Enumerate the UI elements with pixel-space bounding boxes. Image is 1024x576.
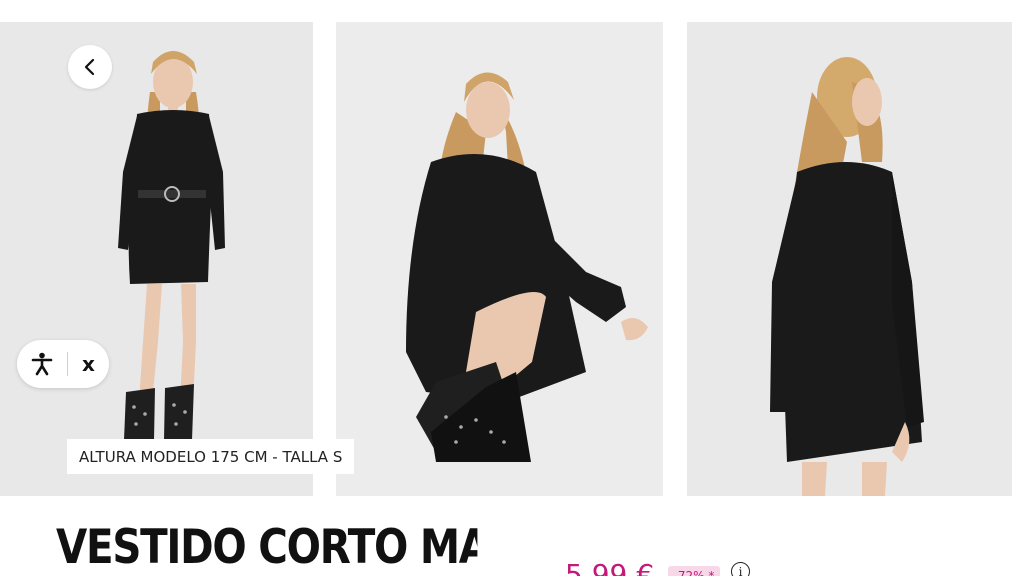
- product-title: VESTIDO CORTO MANGA: [56, 520, 477, 575]
- front-view-illustration: [0, 22, 313, 496]
- back-button[interactable]: [68, 45, 112, 89]
- chevron-left-icon: [84, 58, 95, 76]
- product-photo-back[interactable]: [687, 22, 1012, 496]
- model-size-caption: ALTURA MODELO 175 CM - TALLA S: [67, 439, 355, 474]
- crouching-view-illustration: [336, 22, 663, 496]
- accessibility-close-button[interactable]: x: [68, 340, 109, 388]
- price-info-icon[interactable]: i: [731, 562, 750, 576]
- product-price: 5,99 €: [565, 558, 655, 576]
- accessibility-button[interactable]: [17, 340, 67, 388]
- product-photo-crouching[interactable]: [336, 22, 663, 496]
- accessibility-person-icon: [31, 352, 53, 376]
- product-photo-front[interactable]: [0, 22, 313, 496]
- accessibility-widget: x: [17, 340, 109, 388]
- discount-badge: -72% *: [668, 566, 720, 576]
- back-view-illustration: [687, 22, 1012, 496]
- product-gallery: x ALTURA MODELO 175 CM - TALLA S: [0, 0, 1024, 500]
